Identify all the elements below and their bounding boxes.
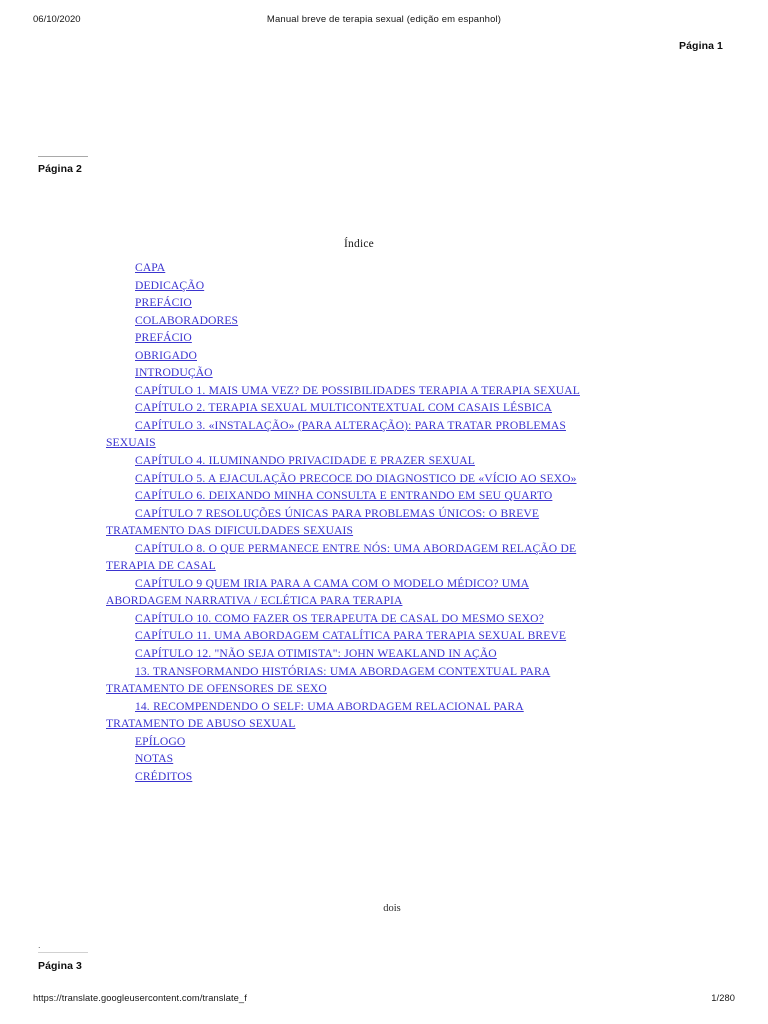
list-item: CAPÍTULO 4. ILUMINANDO PRIVACIDADE E PRA… <box>106 452 592 470</box>
toc-link[interactable]: CAPÍTULO 9 QUEM IRIA PARA A CAMA COM O M… <box>106 577 529 608</box>
toc-link[interactable]: CAPÍTULO 3. «INSTALAÇÃO» (PARA ALTERAÇÃO… <box>106 419 566 450</box>
toc-link[interactable]: DEDICAÇÃO <box>135 279 204 292</box>
page-marker-3: Página 3 <box>38 960 82 972</box>
list-item: CAPÍTULO 3. «INSTALAÇÃO» (PARA ALTERAÇÃO… <box>106 417 592 452</box>
header-title: Manual breve de terapia sexual (edição e… <box>266 14 502 25</box>
list-item: CRÉDITOS <box>106 768 592 786</box>
footer-url: https://translate.googleusercontent.com/… <box>33 993 247 1003</box>
document-header: 06/10/2020 Manual breve de terapia sexua… <box>0 14 768 30</box>
footer-page-count: 1/280 <box>711 993 735 1003</box>
toc-link[interactable]: CAPÍTULO 11. UMA ABORDAGEM CATALÍTICA PA… <box>135 629 566 642</box>
toc-link[interactable]: CAPÍTULO 6. DEIXANDO MINHA CONSULTA E EN… <box>135 489 552 502</box>
list-item: PREFÁCIO <box>106 294 592 312</box>
toc-link[interactable]: CAPA <box>135 261 165 274</box>
toc-heading: Índice <box>344 238 374 250</box>
toc-list: CAPA DEDICAÇÃO PREFÁCIO COLABORADORES PR… <box>106 259 592 785</box>
list-item: CAPÍTULO 12. "NÃO SEJA OTIMISTA": JOHN W… <box>106 645 592 663</box>
page-break-rule-2 <box>38 156 88 157</box>
list-item: CAPÍTULO 8. O QUE PERMANECE ENTRE NÓS: U… <box>106 540 592 575</box>
toc-link[interactable]: 14. RECOMPENDENDO O SELF: UMA ABORDAGEM … <box>106 700 524 731</box>
toc-link[interactable]: CAPÍTULO 2. TERAPIA SEXUAL MULTICONTEXTU… <box>135 401 552 414</box>
document-page: 06/10/2020 Manual breve de terapia sexua… <box>0 0 768 1024</box>
list-item: CAPÍTULO 10. COMO FAZER OS TERAPEUTA DE … <box>106 610 592 628</box>
list-item: INTRODUÇÃO <box>106 364 592 382</box>
toc-link[interactable]: CAPÍTULO 5. A EJACULAÇÃO PRECOCE DO DIAG… <box>135 472 576 485</box>
page-folio: dois <box>383 903 401 914</box>
list-item: CAPÍTULO 6. DEIXANDO MINHA CONSULTA E EN… <box>106 487 592 505</box>
toc-link[interactable]: CAPÍTULO 8. O QUE PERMANECE ENTRE NÓS: U… <box>106 542 576 573</box>
document-footer: https://translate.googleusercontent.com/… <box>0 993 768 1007</box>
stray-punctuation: . <box>38 940 41 950</box>
toc-link[interactable]: CRÉDITOS <box>135 770 192 783</box>
list-item: EPÍLOGO <box>106 733 592 751</box>
toc-link[interactable]: CAPÍTULO 12. "NÃO SEJA OTIMISTA": JOHN W… <box>135 647 497 660</box>
list-item: NOTAS <box>106 750 592 768</box>
list-item: CAPÍTULO 2. TERAPIA SEXUAL MULTICONTEXTU… <box>106 399 592 417</box>
toc-link[interactable]: OBRIGADO <box>135 349 197 362</box>
toc-link[interactable]: CAPÍTULO 10. COMO FAZER OS TERAPEUTA DE … <box>135 612 544 625</box>
page-marker-1: Página 1 <box>679 40 723 52</box>
toc-link[interactable]: CAPÍTULO 4. ILUMINANDO PRIVACIDADE E PRA… <box>135 454 475 467</box>
toc-link[interactable]: COLABORADORES <box>135 314 238 327</box>
list-item: CAPÍTULO 5. A EJACULAÇÃO PRECOCE DO DIAG… <box>106 470 592 488</box>
list-item: CAPÍTULO 1. MAIS UMA VEZ? DE POSSIBILIDA… <box>106 382 592 400</box>
toc-link[interactable]: EPÍLOGO <box>135 735 185 748</box>
toc-link[interactable]: INTRODUÇÃO <box>135 366 213 379</box>
list-item: CAPA <box>106 259 592 277</box>
toc-link[interactable]: CAPÍTULO 7 RESOLUÇÕES ÚNICAS PARA PROBLE… <box>106 507 539 538</box>
list-item: CAPÍTULO 11. UMA ABORDAGEM CATALÍTICA PA… <box>106 627 592 645</box>
toc-link[interactable]: PREFÁCIO <box>135 331 192 344</box>
list-item: PREFÁCIO <box>106 329 592 347</box>
page-marker-2: Página 2 <box>38 163 82 175</box>
toc-link[interactable]: 13. TRANSFORMANDO HISTÓRIAS: UMA ABORDAG… <box>106 665 550 696</box>
toc-link[interactable]: PREFÁCIO <box>135 296 192 309</box>
list-item: CAPÍTULO 9 QUEM IRIA PARA A CAMA COM O M… <box>106 575 592 610</box>
list-item: 14. RECOMPENDENDO O SELF: UMA ABORDAGEM … <box>106 698 592 733</box>
page-break-rule-3 <box>38 952 88 953</box>
list-item: DEDICAÇÃO <box>106 277 592 295</box>
toc-link[interactable]: NOTAS <box>135 752 173 765</box>
list-item: COLABORADORES <box>106 312 592 330</box>
list-item: CAPÍTULO 7 RESOLUÇÕES ÚNICAS PARA PROBLE… <box>106 505 592 540</box>
list-item: OBRIGADO <box>106 347 592 365</box>
table-of-contents: Índice CAPA DEDICAÇÃO PREFÁCIO COLABORAD… <box>106 238 592 785</box>
list-item: 13. TRANSFORMANDO HISTÓRIAS: UMA ABORDAG… <box>106 663 592 698</box>
toc-link[interactable]: CAPÍTULO 1. MAIS UMA VEZ? DE POSSIBILIDA… <box>135 384 580 397</box>
